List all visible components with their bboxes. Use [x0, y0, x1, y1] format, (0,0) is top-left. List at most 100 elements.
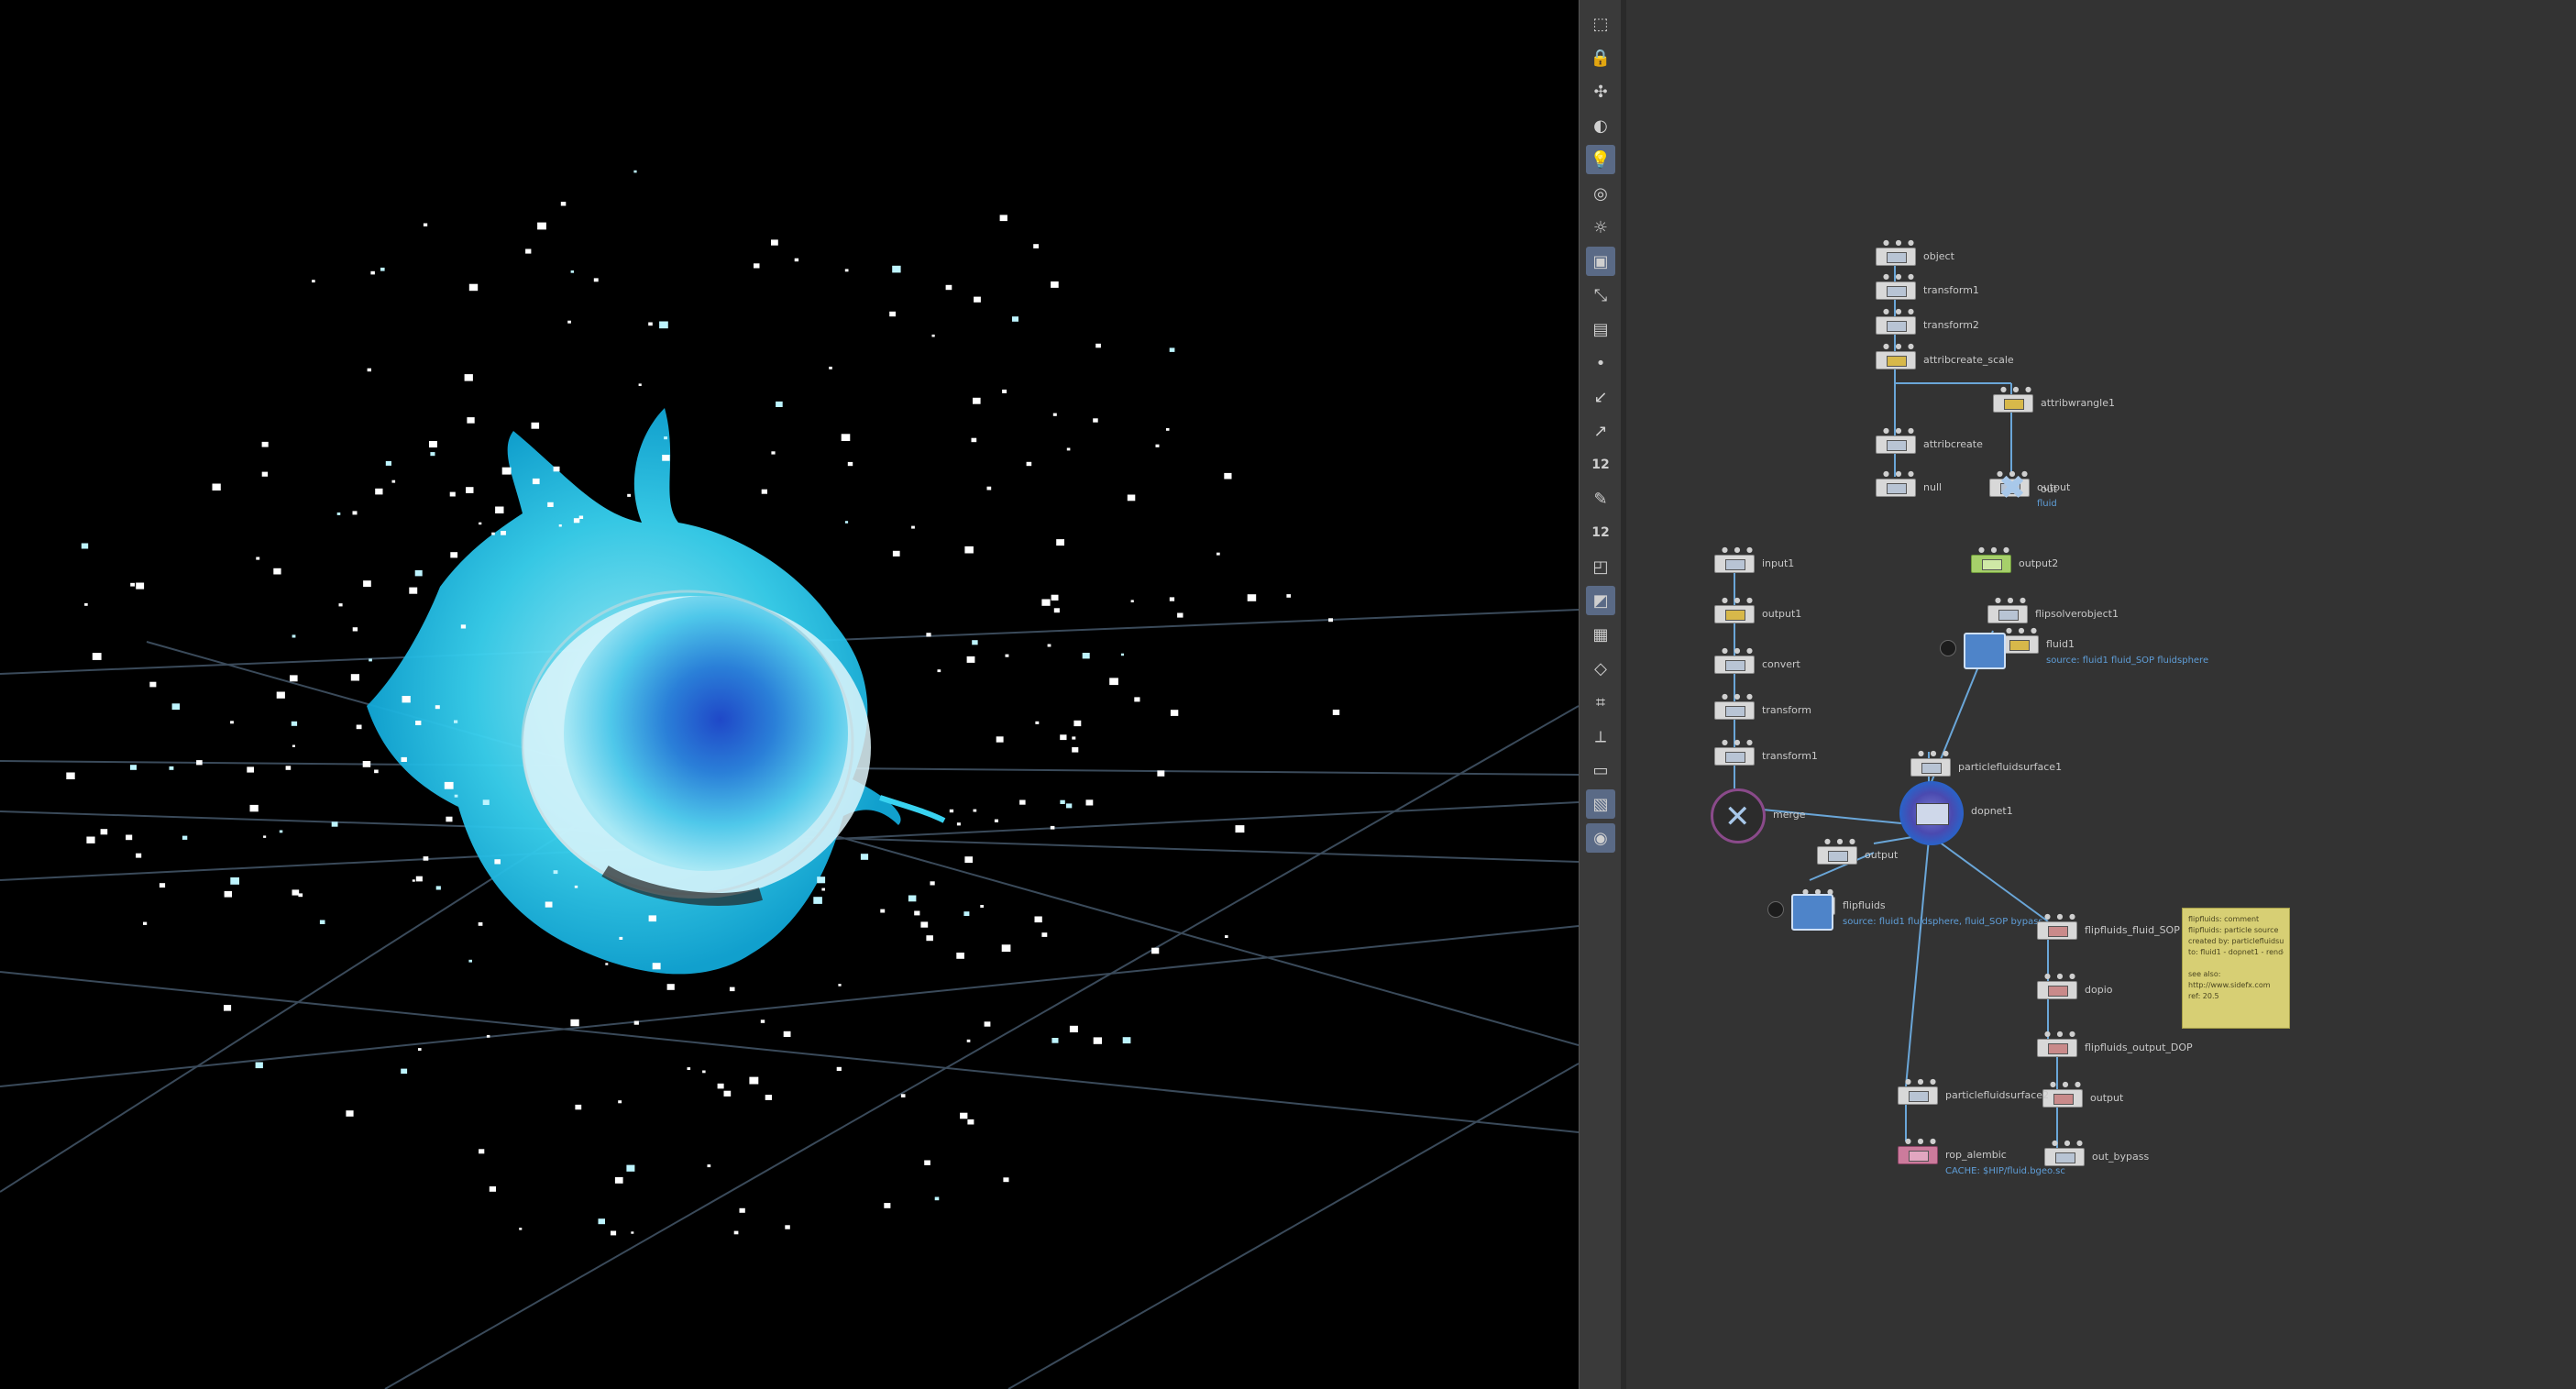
node-input-connectors[interactable]: ● ● ●	[1722, 646, 1755, 655]
toolbar-handle-button[interactable]: ⤡	[1586, 281, 1615, 310]
node-transform2[interactable]	[1876, 316, 1916, 335]
toolbar-snap-button[interactable]: ✣	[1586, 77, 1615, 106]
toolbar-grid-button[interactable]: ◇	[1586, 654, 1615, 683]
particle-droplet	[495, 506, 504, 513]
node-input-connectors[interactable]: ● ● ●	[1883, 272, 1916, 281]
particle-droplet	[466, 487, 474, 493]
viewport-canvas[interactable]	[0, 0, 1579, 1389]
toolbar-pin-button[interactable]: ◉	[1586, 823, 1615, 853]
vector-icon: ↗	[1593, 421, 1608, 441]
node-input-connectors[interactable]: ● ● ●	[1905, 1077, 1938, 1086]
node-input-connectors[interactable]: ● ● ●	[2044, 972, 2077, 980]
camera-node[interactable]	[1964, 633, 2006, 669]
node-attribcreate[interactable]	[1876, 435, 1916, 454]
node-input-connectors[interactable]: ● ● ●	[1883, 426, 1916, 435]
particle-droplet	[966, 656, 975, 663]
node-input-connectors[interactable]: ● ● ●	[1883, 342, 1916, 350]
node-null[interactable]	[1876, 479, 1916, 497]
node-input-connectors[interactable]: ● ● ●	[1824, 837, 1857, 845]
toolbar-light-button[interactable]: 💡	[1586, 145, 1615, 174]
toolbar-template-button[interactable]: ▤	[1586, 314, 1615, 344]
toolbar-brush-button[interactable]: ✎	[1586, 484, 1615, 513]
node-object[interactable]	[1876, 248, 1916, 266]
toolbar-number-button[interactable]: 12	[1586, 450, 1615, 480]
node-label: output	[1865, 849, 1899, 861]
toolbar-ghost-button[interactable]: ◎	[1586, 179, 1615, 208]
node-dopio[interactable]	[2037, 981, 2077, 999]
node-input-connectors[interactable]: ● ● ●	[1883, 307, 1916, 315]
particle-droplet	[464, 374, 473, 381]
toolbar-wire-button[interactable]: ⌗	[1586, 688, 1615, 717]
toolbar-background-button[interactable]: ▭	[1586, 755, 1615, 785]
toolbar-shading-button[interactable]: ◐	[1586, 111, 1615, 140]
toolbar-lock-button[interactable]: 🔒	[1586, 43, 1615, 72]
node-attribcreate_scale[interactable]	[1876, 351, 1916, 369]
node-merge[interactable]: ✕	[1711, 788, 1766, 843]
node-input-connectors[interactable]: ● ● ●	[1978, 546, 2011, 554]
node-input-connectors[interactable]: ● ● ●	[2044, 912, 2077, 920]
node-input-connectors[interactable]: ● ● ●	[2006, 626, 2039, 634]
node-transform1[interactable]	[1876, 281, 1916, 300]
node-label: attribcreate_scale	[1923, 354, 2014, 366]
toolbar-node-button[interactable]: ⟂	[1586, 722, 1615, 751]
toolbar-vector-button[interactable]: ↗	[1586, 416, 1615, 446]
node-output1[interactable]	[1714, 605, 1755, 623]
network-editor[interactable]: object ● ● ● transform1 ● ● ● transform2 ● ● …	[1626, 0, 2576, 1389]
particle-droplet	[761, 489, 767, 494]
particle-droplet	[707, 1164, 711, 1168]
particle-droplet	[449, 491, 456, 497]
node-particlefluidsurface2[interactable]	[1898, 1086, 1938, 1105]
particle-droplet	[558, 524, 562, 527]
sticky-note[interactable]: flipfluids: comment flipfluids: particle …	[2182, 908, 2290, 1029]
node-transform1[interactable]	[1714, 747, 1755, 766]
node-label: output	[2090, 1092, 2124, 1104]
scene-viewport[interactable]	[0, 0, 1579, 1389]
camera-node[interactable]	[1791, 894, 1833, 931]
node-attribwrangle1[interactable]	[1993, 394, 2033, 413]
toolbar-render-button[interactable]: ▧	[1586, 789, 1615, 819]
node-flipsolverobject1[interactable]	[1987, 605, 2028, 623]
node-convert[interactable]	[1714, 656, 1755, 674]
node-flipfluids_fluid_SOP[interactable]	[2037, 921, 2077, 940]
node-input-connectors[interactable]: ● ● ●	[2044, 1030, 2077, 1038]
particle-droplet	[230, 877, 239, 885]
toolbar-point-button[interactable]: •	[1586, 348, 1615, 378]
toolbar-visibility-button[interactable]: ☼	[1586, 213, 1615, 242]
node-transform[interactable]	[1714, 701, 1755, 720]
particle-droplet	[273, 568, 281, 575]
bypass-flag[interactable]	[1767, 901, 1784, 918]
node-rop_alembic[interactable]	[1898, 1146, 1938, 1164]
node-input-connectors[interactable]: ● ● ●	[2000, 385, 2033, 393]
node-out[interactable]: ✖	[1998, 472, 2026, 505]
toolbar-display-button[interactable]: ◩	[1586, 586, 1615, 615]
particle-droplet	[525, 248, 532, 254]
toolbar-camera-view-button[interactable]: ▣	[1586, 247, 1615, 276]
bypass-flag[interactable]	[1940, 640, 1956, 656]
node-dopnet1[interactable]	[1899, 781, 1964, 845]
node-input-connectors[interactable]: ● ● ●	[1722, 546, 1755, 554]
node-output2[interactable]	[1971, 555, 2011, 573]
particle-droplet	[331, 821, 338, 827]
node-input-connectors[interactable]: ● ● ●	[1883, 238, 1916, 247]
toolbar-number-button[interactable]: 12	[1586, 518, 1615, 547]
node-input-connectors[interactable]: ● ● ●	[1995, 596, 2028, 604]
particle-droplet	[501, 467, 512, 475]
node-input-connectors[interactable]: ● ● ●	[1918, 749, 1951, 757]
node-input-connectors[interactable]: ● ● ●	[1883, 469, 1916, 478]
node-flipfluids_output_DOP[interactable]	[2037, 1039, 2077, 1057]
node-output[interactable]	[1817, 846, 1857, 865]
node-particlefluidsurface1[interactable]	[1910, 758, 1951, 777]
node-input-connectors[interactable]: ● ● ●	[1722, 738, 1755, 746]
particle-droplet	[980, 905, 984, 908]
node-input-connectors[interactable]: ● ● ●	[2052, 1139, 2085, 1147]
node-input-connectors[interactable]: ● ● ●	[1722, 692, 1755, 700]
toolbar-bounding-button[interactable]: ◰	[1586, 552, 1615, 581]
node-input-connectors[interactable]: ● ● ●	[1905, 1137, 1938, 1145]
node-out_bypass[interactable]	[2044, 1148, 2085, 1166]
node-input-connectors[interactable]: ● ● ●	[1722, 596, 1755, 604]
node-input1[interactable]	[1714, 555, 1755, 573]
node-input-connectors[interactable]: ● ● ●	[2050, 1080, 2083, 1088]
toolbar-select-button[interactable]: ⬚	[1586, 9, 1615, 39]
toolbar-normal-button[interactable]: ↙	[1586, 382, 1615, 412]
toolbar-checker-button[interactable]: ▦	[1586, 620, 1615, 649]
